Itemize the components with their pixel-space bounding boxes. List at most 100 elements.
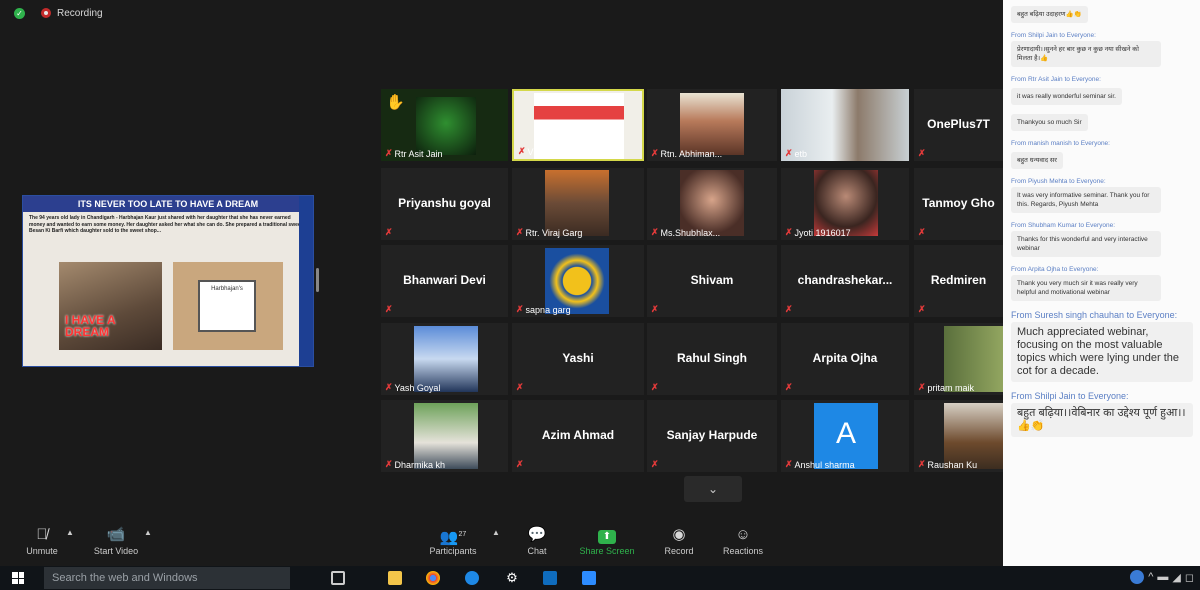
settings-gear-icon[interactable]: ⚙: [505, 571, 519, 585]
outlook-icon[interactable]: [543, 571, 557, 585]
participant-tile[interactable]: ✗ Jyoti 1916017: [781, 168, 909, 240]
participant-tile[interactable]: ✗ Yash Goyal: [381, 323, 508, 395]
participant-name: chandrashekar...: [797, 273, 893, 287]
participant-tile[interactable]: Redmiren ✗: [914, 245, 1003, 317]
muted-mic-icon: ✗: [385, 459, 393, 469]
participant-name: Tanmoy Gho: [922, 196, 995, 210]
participant-name: Sanjay Harpude: [666, 428, 758, 442]
participant-name: Arpita Ojha: [812, 351, 878, 365]
participant-tile[interactable]: ✗ etb: [781, 89, 909, 161]
audio-options-caret-icon[interactable]: ▲: [66, 528, 74, 537]
record-label: Record: [664, 546, 694, 556]
chat-message-text: बहुत बढ़िया उदाहरण👍👏: [1011, 6, 1088, 23]
windows-start-icon[interactable]: [12, 572, 24, 584]
participants-label: Participants: [429, 546, 477, 556]
participant-tile[interactable]: ✗ Vinod Garg: [512, 89, 644, 161]
participant-tile[interactable]: Bhanwari Devi ✗: [381, 245, 508, 317]
chat-message-sender: From Shilpi Jain to Everyone:: [1011, 32, 1096, 39]
participant-tile[interactable]: Rahul Singh ✗: [647, 323, 777, 395]
participant-tile[interactable]: Yashi ✗: [512, 323, 644, 395]
participant-tile[interactable]: Tanmoy Gho ✗: [914, 168, 1003, 240]
split-view-handle[interactable]: [316, 268, 319, 292]
participant-tile[interactable]: Shivam ✗: [647, 245, 777, 317]
share-screen-label: Share Screen: [579, 546, 635, 556]
reactions-button[interactable]: ☺ Reactions: [718, 524, 768, 556]
chat-message-sender: From Shubham Kumar to Everyone:: [1011, 222, 1116, 229]
participant-tile[interactable]: ✗ Dharmika kh: [381, 400, 508, 472]
participants-icon: 👥27: [439, 529, 467, 546]
task-view-icon[interactable]: [331, 571, 345, 585]
participant-tile[interactable]: Azim Ahmad ✗: [512, 400, 644, 472]
participant-tile[interactable]: OnePlus7T ✗: [914, 89, 1003, 161]
participant-tile[interactable]: ✗ Raushan Ku: [914, 400, 1003, 472]
participants-caret-icon[interactable]: ▲: [492, 528, 500, 537]
chrome-icon[interactable]: [426, 571, 440, 585]
participant-name-label: ✗ Anshul sharma: [785, 459, 855, 470]
muted-mic-icon: ✗: [785, 227, 793, 237]
chat-message: From Shilpi Jain to Everyone: बहुत बढ़िय…: [1003, 385, 1200, 440]
zoom-window: ✓ Recording ITS NEVER TOO LATE TO HAVE A…: [0, 0, 1200, 590]
taskbar-search-input[interactable]: Search the web and Windows: [44, 567, 290, 589]
participant-tile[interactable]: A ✗ Anshul sharma: [781, 400, 909, 472]
unmute-button[interactable]: 🎙̸ Unmute ▲: [22, 524, 74, 556]
participant-name: Redmiren: [930, 273, 987, 287]
participant-name: Yashi: [562, 351, 594, 365]
chat-message-text: बहुत धन्यवाद सर: [1011, 152, 1063, 169]
encryption-shield-icon[interactable]: ✓: [14, 7, 25, 19]
chat-message: Thankyou so much Sir: [1003, 108, 1200, 134]
participant-tile[interactable]: ✋ ✗ Rtr Asit Jain: [381, 89, 508, 161]
participant-tile[interactable]: Priyanshu goyal ✗: [381, 168, 508, 240]
chat-message-text: Thanks for this wonderful and very inter…: [1011, 231, 1161, 257]
participant-tile[interactable]: ✗ Rtr. Viraj Garg: [512, 168, 644, 240]
muted-mic-icon: ✗: [918, 459, 926, 469]
record-button[interactable]: ◉ Record: [661, 524, 697, 556]
muted-mic-icon: ✗: [785, 304, 793, 314]
user-avatar-icon[interactable]: [1130, 570, 1145, 584]
tray-network-icon[interactable]: ▬: [1157, 571, 1168, 583]
edge-icon[interactable]: [465, 571, 479, 585]
participants-count: 27: [458, 531, 467, 538]
share-screen-button[interactable]: ⬆ Share Screen: [577, 524, 637, 556]
tray-volume-icon[interactable]: ◢: [1172, 571, 1180, 584]
chat-label: Chat: [527, 546, 547, 556]
chat-message-text: Thank you very much sir it was really ve…: [1011, 275, 1161, 301]
tray-expand-icon[interactable]: ^: [1148, 571, 1153, 583]
participant-name: Shivam: [690, 273, 734, 287]
shared-slide-title: ITS NEVER TOO LATE TO HAVE A DREAM: [23, 196, 313, 212]
reactions-label: Reactions: [722, 546, 764, 556]
muted-mic-icon: ✗: [516, 459, 524, 469]
participant-tile[interactable]: ✗ Ms.Shubhlax...: [647, 168, 777, 240]
caption-line-2: DREAM: [65, 325, 109, 339]
participant-name-label: ✗ sapna garg: [516, 304, 571, 315]
participant-tile[interactable]: ✗ sapna garg: [512, 245, 644, 317]
participant-name: Rtn. Abhiman...: [660, 148, 723, 159]
participant-tile[interactable]: ✗ pritam maik: [914, 323, 1003, 395]
muted-mic-icon: ✗: [385, 227, 393, 237]
participant-video: [680, 93, 744, 155]
start-video-button[interactable]: 📹 Start Video ▲: [88, 524, 152, 556]
participant-tile[interactable]: ✗ Rtn. Abhiman...: [647, 89, 777, 161]
chat-message-text: Thankyou so much Sir: [1011, 114, 1088, 131]
chat-message-sender: From Shilpi Jain to Everyone:: [1011, 391, 1129, 401]
participants-button[interactable]: 👥27 Participants ▲: [424, 524, 499, 556]
participant-tile[interactable]: chandrashekar... ✗: [781, 245, 909, 317]
muted-mic-icon: ✗: [918, 227, 926, 237]
chat-message-text: It was very informative seminar. Thank y…: [1011, 187, 1161, 213]
participant-tile[interactable]: Arpita Ojha ✗: [781, 323, 909, 395]
grid-scroll-down-button[interactable]: ⌄: [684, 476, 742, 502]
tray-notification-icon[interactable]: ◻: [1185, 571, 1194, 584]
participant-name: Jyoti 1916017: [794, 227, 851, 238]
shared-slide-body: The 94 years old lady in Chandigarh - Ha…: [29, 215, 303, 234]
file-explorer-icon[interactable]: [388, 571, 402, 585]
chat-button[interactable]: 💬 Chat: [522, 524, 552, 556]
zoom-app-icon[interactable]: [582, 571, 596, 585]
participant-name-label: ✗ Rtr Asit Jain: [385, 148, 443, 159]
chat-message-sender: From Suresh singh chauhan to Everyone:: [1011, 310, 1178, 320]
participant-tile[interactable]: Sanjay Harpude ✗: [647, 400, 777, 472]
participant-name-label: ✗ Yash Goyal: [385, 382, 440, 393]
video-options-caret-icon[interactable]: ▲: [144, 528, 152, 537]
muted-mic-icon: ✗: [518, 146, 526, 156]
recording-label: Recording: [57, 7, 103, 19]
participant-name: Dharmika kh: [394, 459, 446, 470]
participant-name: sapna garg: [525, 304, 571, 315]
